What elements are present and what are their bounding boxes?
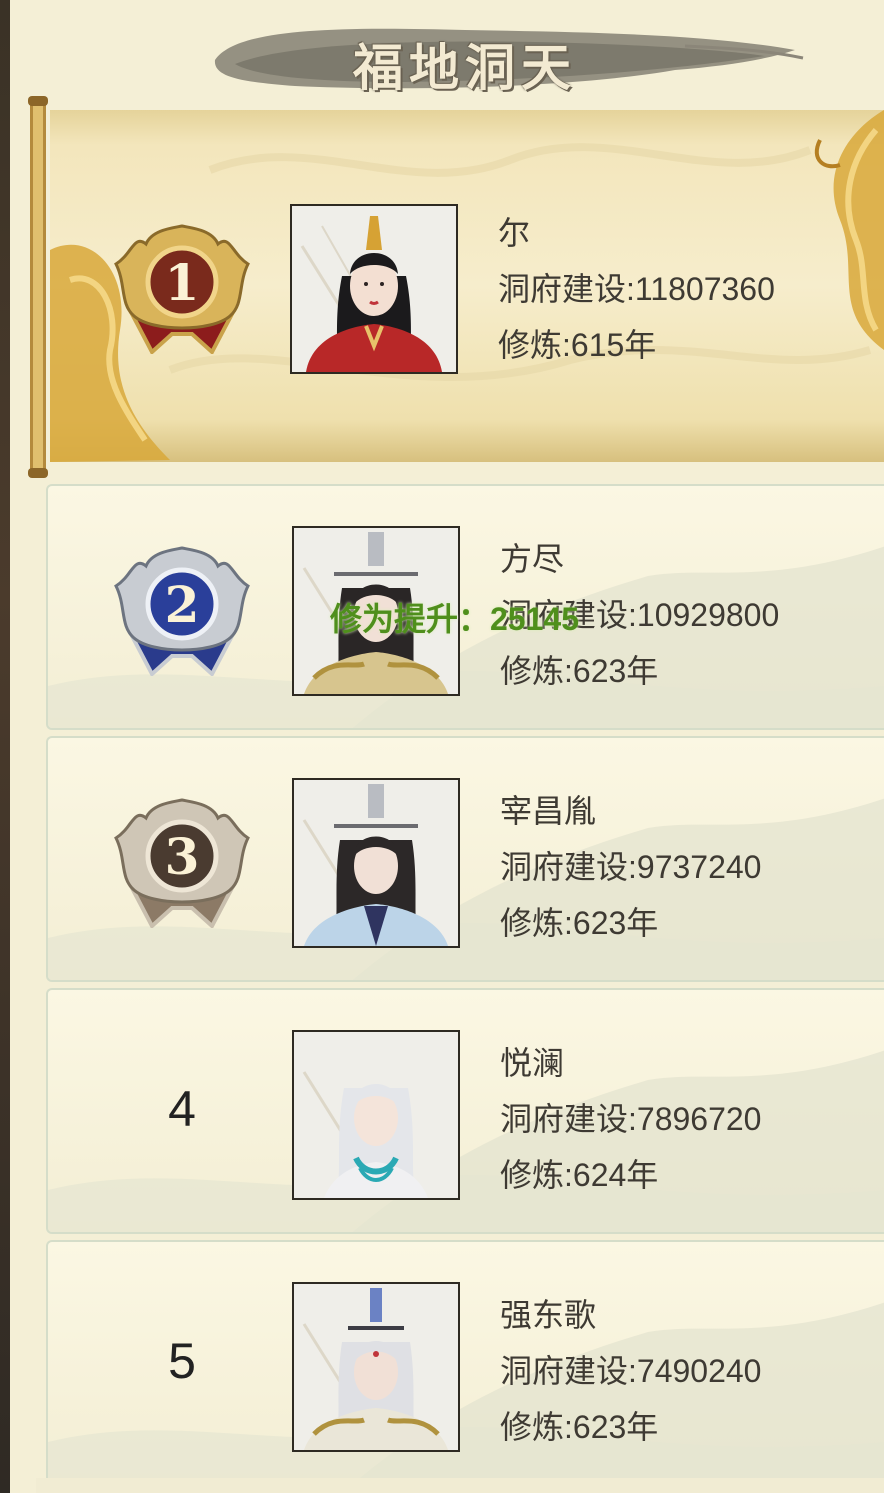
cultivation-years: 修炼:623年 (500, 653, 659, 689)
avatar[interactable] (292, 1030, 460, 1200)
background-edge (0, 0, 10, 1493)
svg-text:3: 3 (165, 827, 200, 886)
gold-medal-icon: 1 (114, 224, 250, 354)
svg-text:1: 1 (165, 253, 200, 312)
cultivation-years: 修炼:615年 (498, 327, 657, 363)
cave-build-value: 洞府建设:11807360 (498, 271, 775, 307)
bronze-medal-icon: 3 (114, 798, 250, 928)
avatar[interactable] (292, 778, 460, 948)
cave-build-value: 洞府建设:7490240 (500, 1353, 762, 1389)
avatar[interactable] (290, 204, 458, 374)
cultivation-years: 修炼:623年 (500, 1409, 659, 1445)
ranking-row-1[interactable]: 1 尔 洞府建设:11807360 修炼:615年 (26, 96, 884, 478)
player-name: 宰昌胤 (500, 793, 597, 829)
page-title: 福地洞天 (353, 38, 577, 97)
player-name: 悦澜 (500, 1045, 565, 1081)
rank-number: 4 (168, 1081, 196, 1137)
player-name: 方尽 (500, 541, 565, 577)
avatar[interactable] (292, 1282, 460, 1452)
cultivation-years: 修炼:623年 (500, 905, 659, 941)
ranking-row-5[interactable]: 5 强东歌 洞府建设:7490240 修炼:623年 (46, 1240, 884, 1486)
cultivation-years: 修炼:624年 (500, 1157, 659, 1193)
cultivation-gain-popup: 修为提升：25145 (330, 601, 579, 637)
player-name: 尔 (498, 215, 531, 251)
list-bottom-edge (36, 1478, 884, 1493)
scroll-rod-icon (28, 96, 48, 478)
cave-build-value: 洞府建设:7896720 (500, 1101, 762, 1137)
title-banner: 福地洞天 (205, 20, 805, 98)
svg-text:2: 2 (165, 575, 200, 634)
player-name: 强东歌 (500, 1297, 597, 1333)
rank-number: 5 (168, 1333, 196, 1389)
ranking-row-3[interactable]: 3 宰昌胤 洞府建设:9737240 修炼:623年 (46, 736, 884, 982)
silver-medal-icon: 2 (114, 546, 250, 676)
cave-build-value: 洞府建设:9737240 (500, 849, 762, 885)
ranking-row-4[interactable]: 4 悦澜 洞府建设:7896720 修炼:624年 (46, 988, 884, 1234)
